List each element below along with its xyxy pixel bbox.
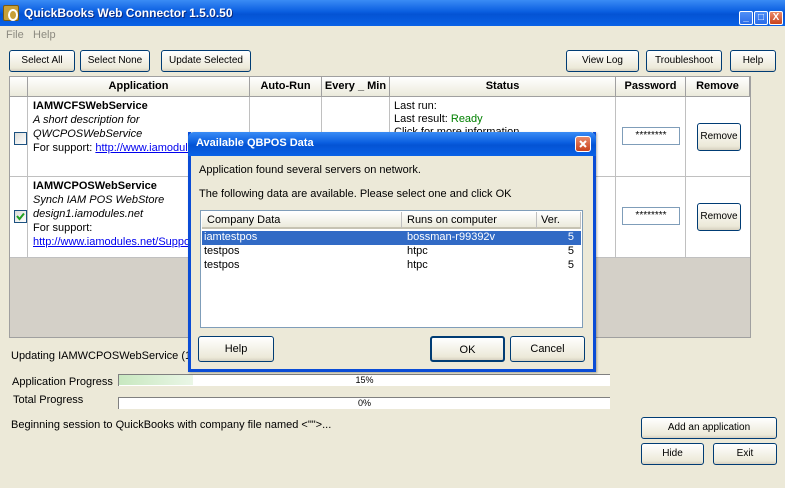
app-icon [3, 5, 19, 21]
close-icon [579, 140, 587, 148]
select-none-button[interactable]: Select None [80, 50, 150, 72]
service-description: A short description for [33, 114, 140, 126]
menu-help[interactable]: Help [33, 29, 56, 41]
service-name: IAMWCPOSWebService [33, 180, 157, 192]
total-progress-bar: 0% [118, 397, 610, 409]
list-item-version: 5 [567, 245, 574, 257]
status-last-result: Last result: Ready [394, 113, 483, 125]
list-header-computer[interactable]: Runs on computer [402, 212, 537, 229]
password-field[interactable]: ******** [622, 127, 680, 145]
select-all-button[interactable]: Select All [9, 50, 75, 72]
dialog-cancel-button[interactable]: Cancel [510, 336, 585, 362]
list-item-computer: bossman-r99392v [407, 231, 496, 243]
service-description: QWCPOSWebService [33, 128, 143, 140]
grid-header-every-min[interactable]: Every _ Min [322, 77, 390, 97]
list-item-company: testpos [204, 245, 240, 257]
menu-bar [0, 26, 785, 45]
grid-header-remove[interactable]: Remove [686, 77, 750, 97]
list-item[interactable]: testpos htpc 5 [202, 245, 581, 259]
row-checkbox[interactable] [14, 132, 27, 145]
service-name: IAMWCFSWebService [33, 100, 148, 112]
grid-header-application[interactable]: Application [28, 77, 250, 97]
exit-button[interactable]: Exit [713, 443, 777, 465]
menu-file[interactable]: File [6, 29, 24, 41]
total-progress-value: 0% [357, 398, 371, 408]
remove-button[interactable]: Remove [697, 123, 741, 151]
status-ready: Ready [450, 113, 483, 125]
list-header-company[interactable]: Company Data [202, 212, 402, 229]
service-description: Synch IAM POS WebStore [33, 194, 165, 206]
dialog-title: Available QBPOS Data [196, 137, 314, 149]
app-progress-bar: 15% [118, 374, 610, 386]
total-progress-label: Total Progress [13, 394, 84, 406]
status-last-run: Last run: [394, 100, 437, 112]
app-progress-value: 15% [355, 375, 374, 385]
list-header-version[interactable]: Ver. [537, 212, 581, 229]
checkmark-icon [16, 212, 25, 221]
row-checkbox-checked[interactable] [14, 210, 27, 223]
update-selected-button[interactable]: Update Selected [161, 50, 251, 72]
remove-button[interactable]: Remove [697, 203, 741, 231]
updating-text: Updating IAMWCPOSWebService (1 [11, 350, 192, 362]
grid-header-check [10, 77, 28, 97]
dialog-message-1: Application found several servers on net… [199, 164, 421, 176]
troubleshoot-button[interactable]: Troubleshoot [646, 50, 722, 72]
service-description: design1.iamodules.net [33, 208, 144, 220]
list-item[interactable]: testpos htpc 5 [202, 259, 581, 273]
help-button[interactable]: Help [730, 50, 776, 72]
add-application-button[interactable]: Add an application [641, 417, 777, 439]
list-item-company: testpos [204, 259, 240, 271]
dialog-message-2: The following data are available. Please… [199, 188, 512, 200]
list-item-computer: htpc [407, 245, 428, 257]
window-title: QuickBooks Web Connector 1.5.0.50 [24, 6, 233, 20]
support-link[interactable]: http://www.iamodules.net/Support [33, 236, 189, 248]
dialog-ok-button[interactable]: OK [430, 336, 505, 362]
view-log-button[interactable]: View Log [566, 50, 639, 72]
support-label: For support: [33, 222, 93, 234]
grid-header-password[interactable]: Password [616, 77, 686, 97]
password-field[interactable]: ******** [622, 207, 680, 225]
app-progress-label: Application Progress [12, 376, 113, 388]
close-button[interactable]: X [769, 11, 783, 25]
dialog-close-button[interactable] [575, 136, 591, 152]
list-item-version: 5 [567, 231, 574, 243]
list-item-version: 5 [567, 259, 574, 271]
session-text: Beginning session to QuickBooks with com… [11, 419, 332, 431]
minimize-button[interactable]: _ [739, 11, 753, 25]
grid-header-status[interactable]: Status [390, 77, 616, 97]
grid-header-autorun[interactable]: Auto-Run [250, 77, 322, 97]
hide-button[interactable]: Hide [641, 443, 704, 465]
maximize-button[interactable]: □ [754, 11, 768, 25]
list-item[interactable]: iamtestpos bossman-r99392v 5 [202, 231, 581, 245]
list-item-computer: htpc [407, 259, 428, 271]
dialog-help-button[interactable]: Help [198, 336, 274, 362]
list-item-company: iamtestpos [204, 231, 258, 243]
